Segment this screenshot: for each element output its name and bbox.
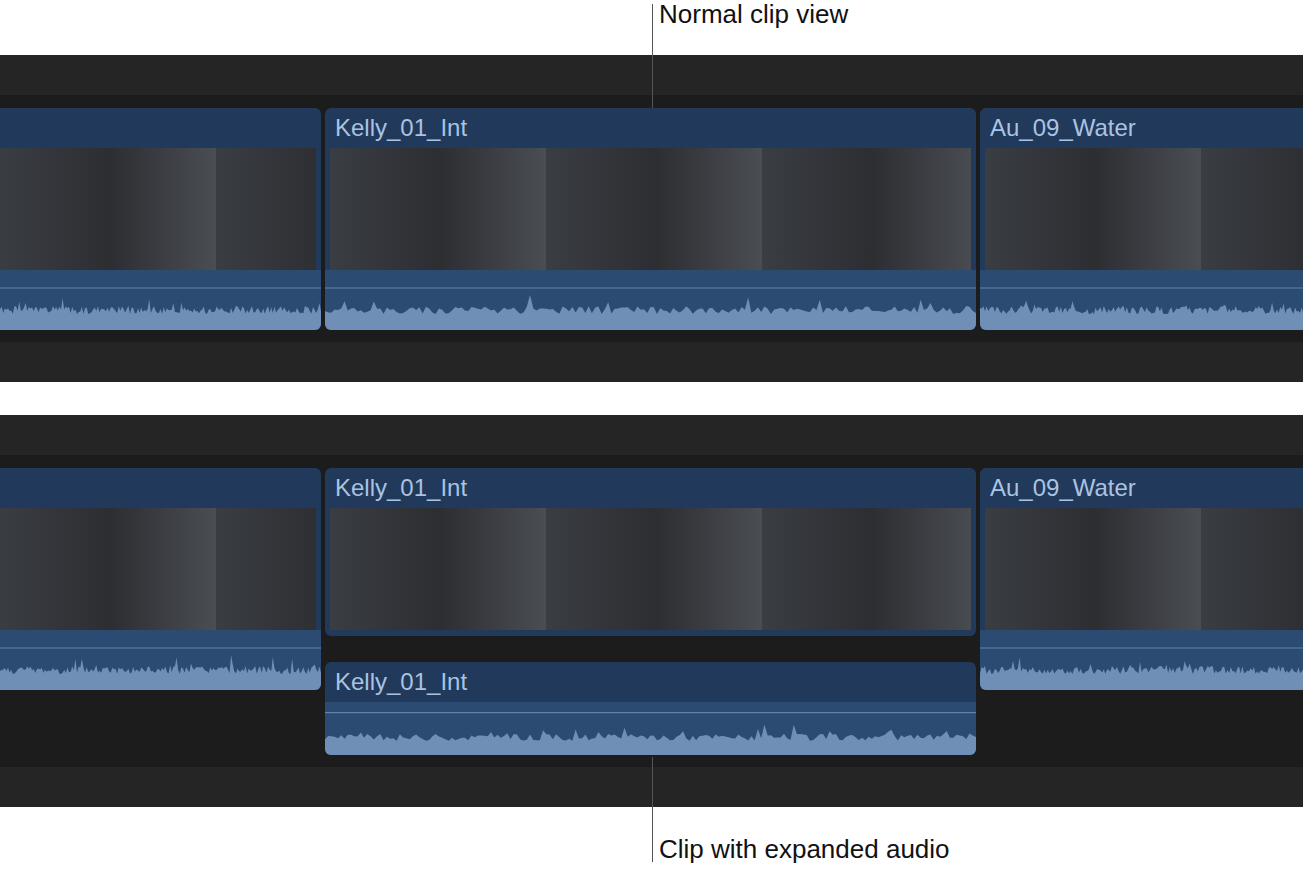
filmstrip	[0, 508, 316, 630]
clip[interactable]: Kelly_01_Int	[325, 468, 976, 636]
filmstrip	[330, 508, 971, 630]
clip[interactable]	[0, 108, 321, 330]
timeline-bottom	[0, 342, 1303, 382]
audio-waveform	[0, 630, 321, 690]
waveform-icon	[980, 270, 1303, 330]
clip[interactable]	[0, 468, 321, 690]
clip[interactable]: Kelly_01_Int	[325, 108, 976, 330]
filmstrip	[330, 148, 971, 270]
leader-line	[652, 4, 653, 108]
audio-waveform	[325, 702, 976, 755]
waveform-icon	[325, 702, 976, 755]
clip-name: Au_09_Water	[980, 108, 1303, 148]
audio-waveform	[0, 270, 321, 330]
clip-name	[0, 468, 321, 508]
timeline-ruler	[0, 415, 1303, 455]
filmstrip	[985, 148, 1303, 270]
figure: Normal clip viewKelly_01_IntAu_09_WaterK…	[0, 0, 1303, 875]
waveform-icon	[980, 630, 1303, 690]
filmstrip	[985, 508, 1303, 630]
audio-waveform	[980, 270, 1303, 330]
clip-name: Au_09_Water	[980, 468, 1303, 508]
clip-name: Kelly_01_Int	[325, 108, 976, 148]
audio-waveform	[980, 630, 1303, 690]
filmstrip	[0, 148, 316, 270]
clip[interactable]: Au_09_Water	[980, 108, 1303, 330]
leader-line	[652, 757, 653, 862]
expanded-audio-clip[interactable]: Kelly_01_Int	[325, 662, 976, 755]
waveform-icon	[0, 270, 321, 330]
clip-name	[0, 108, 321, 148]
audio-waveform	[325, 270, 976, 330]
timeline: Kelly_01_IntKelly_01_IntAu_09_Water	[0, 415, 1303, 807]
clip-name: Kelly_01_Int	[325, 468, 976, 508]
waveform-icon	[325, 270, 976, 330]
primary-storyline: Kelly_01_IntKelly_01_IntAu_09_Water	[0, 455, 1303, 755]
primary-storyline: Kelly_01_IntAu_09_Water	[0, 95, 1303, 330]
clip-name: Kelly_01_Int	[325, 662, 976, 702]
waveform-icon	[0, 630, 321, 690]
clip[interactable]: Au_09_Water	[980, 468, 1303, 690]
